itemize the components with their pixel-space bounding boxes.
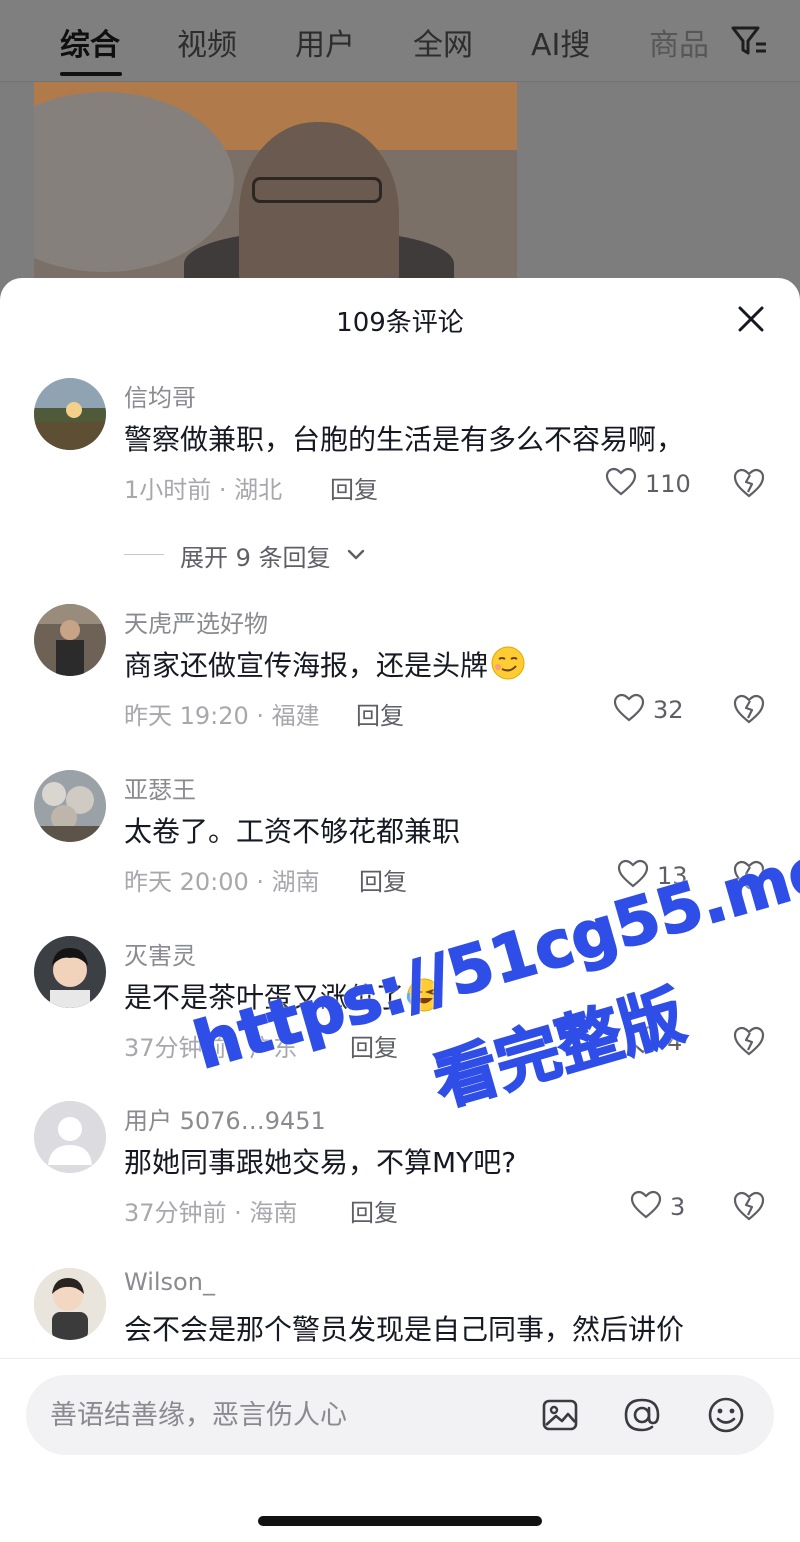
heart-icon	[617, 859, 649, 888]
avatar[interactable]	[34, 378, 106, 450]
comment-username[interactable]: Wilson_	[124, 1268, 215, 1296]
smirk-emoji-icon	[491, 646, 525, 680]
comment-text-content: 是不是茶叶蛋又涨价了	[124, 981, 405, 1014]
broken-heart-icon[interactable]	[733, 1190, 765, 1222]
reply-button[interactable]: 回复	[350, 1193, 398, 1228]
comment-text: 那她同事跟她交易，不算MY吧?	[124, 1146, 517, 1179]
broken-heart-icon[interactable]	[733, 693, 765, 725]
laughing-emoji-icon	[406, 978, 442, 1012]
comment-time-location: 37分钟前 · 广东	[124, 1034, 298, 1062]
avatar[interactable]	[34, 1268, 106, 1340]
comment-time-location: 昨天 20:00 · 湖南	[124, 868, 320, 896]
home-indicator[interactable]	[258, 1516, 542, 1526]
search-tab-bar: 综合 视频 用户 全网 AI搜 商品	[0, 0, 800, 82]
like-count: 4	[667, 1028, 683, 1056]
tab-users[interactable]: 用户	[295, 20, 355, 64]
close-icon[interactable]	[736, 304, 766, 334]
comment-username[interactable]: 亚瑟王	[124, 770, 196, 805]
comment-time-location: 昨天 19:20 · 福建	[124, 702, 320, 730]
avatar-cartoon-image	[34, 1268, 106, 1340]
comment-count-title: 109条评论	[336, 308, 464, 338]
reply-button[interactable]: 回复	[350, 1028, 398, 1063]
heart-icon	[627, 1025, 659, 1054]
avatar[interactable]	[34, 1101, 106, 1173]
heart-icon	[605, 467, 637, 496]
heart-icon	[630, 1190, 662, 1219]
comment-time-location: 37分钟前 · 海南	[124, 1199, 298, 1227]
comment-text: 是不是茶叶蛋又涨价了	[124, 976, 442, 1016]
comment-input[interactable]	[50, 1375, 510, 1455]
reply-button[interactable]: 回复	[359, 862, 407, 897]
tab-whole-web[interactable]: 全网	[413, 20, 473, 64]
tab-ai-search[interactable]: AI搜	[531, 20, 590, 64]
broken-heart-icon[interactable]	[733, 467, 765, 499]
comment-text: 商家还做宣传海报，还是头牌	[124, 644, 526, 684]
avatar[interactable]	[34, 936, 106, 1008]
comment-text-content: 商家还做宣传海报，还是头牌	[124, 649, 489, 682]
thumbnail-glasses	[252, 177, 382, 203]
like-count: 13	[657, 862, 688, 890]
tab-video[interactable]: 视频	[177, 20, 237, 64]
comment-input-bar	[0, 1358, 800, 1542]
comment-input-container[interactable]	[26, 1375, 774, 1455]
avatar[interactable]	[34, 770, 106, 842]
avatar-person-image	[34, 604, 106, 676]
video-thumbnail[interactable]	[34, 82, 517, 282]
comment-username[interactable]: 灭害灵	[124, 936, 196, 971]
comment-username[interactable]: 天虎严选好物	[124, 604, 268, 639]
comment-text: 会不会是那个警员发现是自己同事，然后讲价	[124, 1313, 685, 1346]
tab-products[interactable]: 商品	[649, 20, 709, 64]
tab-comprehensive[interactable]: 综合	[60, 20, 120, 64]
emoji-icon[interactable]	[706, 1395, 746, 1435]
reply-button[interactable]: 回复	[330, 470, 378, 505]
reply-button[interactable]: 回复	[356, 696, 404, 731]
like-count: 3	[670, 1193, 686, 1221]
comment-sheet: 109条评论 信均哥 警察做兼职，台胞的生活是有多么不容易啊， 1小时前 · 湖…	[0, 278, 800, 1542]
comment-text: 太卷了。工资不够花都兼职	[124, 815, 461, 848]
chevron-down-icon	[347, 549, 365, 560]
active-tab-indicator	[60, 72, 122, 76]
comment-username[interactable]: 用户 5076…9451	[124, 1101, 326, 1136]
avatar-boy-image	[34, 936, 106, 1008]
broken-heart-icon[interactable]	[733, 1025, 765, 1057]
heart-icon	[613, 693, 645, 722]
comment-text: 警察做兼职，台胞的生活是有多么不容易啊，	[124, 423, 685, 456]
default-avatar-icon	[34, 1101, 106, 1173]
filter-icon[interactable]	[730, 24, 768, 58]
avatar-blossom-image	[34, 770, 106, 842]
avatar[interactable]	[34, 604, 106, 676]
expand-replies-label: 展开 9 条回复	[180, 544, 331, 572]
expand-divider	[124, 554, 164, 555]
image-icon[interactable]	[540, 1395, 580, 1435]
comment-time-location: 1小时前 · 湖北	[124, 476, 283, 504]
like-count: 110	[645, 470, 691, 498]
comment-username[interactable]: 信均哥	[124, 378, 196, 413]
mention-icon[interactable]	[622, 1395, 662, 1435]
like-count: 32	[653, 696, 684, 724]
avatar-landscape-image	[34, 378, 106, 450]
broken-heart-icon[interactable]	[733, 859, 765, 891]
